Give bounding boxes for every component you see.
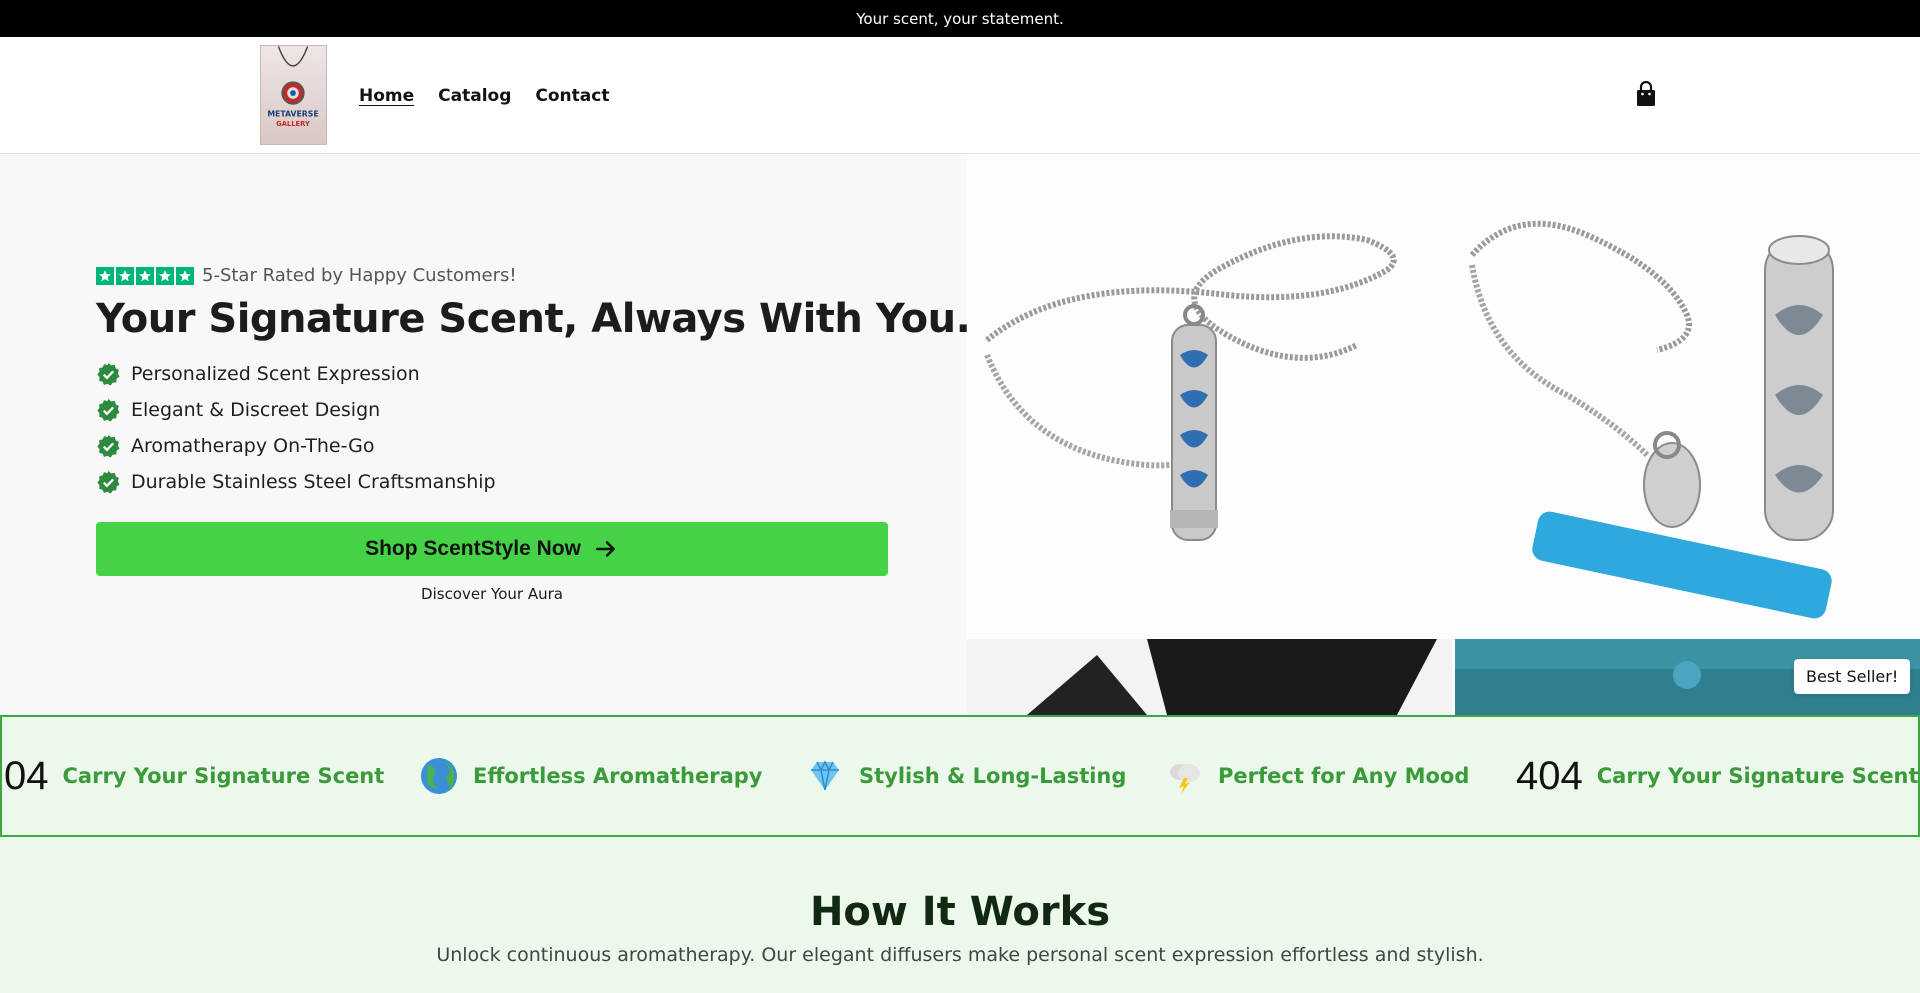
best-seller-badge: Best Seller! [1794, 659, 1911, 694]
hero-image-collage [967, 155, 1920, 715]
marquee-item: 404 Carry Your Signature Scent [1516, 717, 1919, 835]
main-nav: Home Catalog Contact [359, 37, 609, 154]
cta-subtext: Discover Your Aura [421, 585, 563, 603]
feature-text: Personalized Scent Expression [131, 363, 420, 385]
marquee-text: Effortless Aromatherapy [473, 764, 763, 788]
marquee-item: Perfect for Any Mood [1164, 717, 1469, 835]
store-logo[interactable]: METAVERSE GALLERY [260, 45, 327, 145]
storm-cloud-icon [1170, 764, 1200, 794]
hero-title: Your Signature Scent, Always With You. ▯ [96, 296, 1006, 342]
verified-check-icon [97, 398, 120, 421]
shopping-bag-icon[interactable] [1634, 81, 1658, 109]
feature-text: Aromatherapy On-The-Go [131, 435, 375, 457]
verified-check-icon [97, 470, 120, 493]
star-icon [156, 266, 174, 285]
svg-text:GALLERY: GALLERY [276, 120, 310, 128]
feature-list: Personalized Scent Expression Elegant & … [96, 362, 496, 494]
rating-row: 5-Star Rated by Happy Customers! [96, 265, 517, 286]
nav-home[interactable]: Home [359, 86, 414, 106]
arrow-right-icon [595, 541, 615, 557]
logo-image: METAVERSE GALLERY [267, 46, 319, 128]
star-icon [136, 266, 154, 285]
feature-item: Durable Stainless Steel Craftsmanship [96, 470, 496, 494]
marquee-text: Perfect for Any Mood [1218, 764, 1470, 788]
star-icon [96, 266, 114, 285]
marquee-number: 404 [1516, 753, 1583, 798]
site-header: METAVERSE GALLERY Home Catalog Contact [0, 37, 1920, 154]
how-it-works-section: How It Works Unlock continuous aromather… [0, 837, 1920, 993]
product-image [967, 155, 1920, 715]
shop-now-label: Shop ScentStyle Now [365, 537, 581, 560]
marquee-item: Effortless Aromatherapy [419, 717, 763, 835]
feature-text: Durable Stainless Steel Craftsmanship [131, 471, 496, 493]
announcement-text: Your scent, your statement. [856, 9, 1064, 28]
shop-now-button[interactable]: Shop ScentStyle Now [96, 522, 888, 576]
verified-check-icon [97, 434, 120, 457]
nav-contact[interactable]: Contact [535, 86, 609, 106]
marquee-item: Stylish & Long-Lasting [805, 717, 1126, 835]
marquee-text: Carry Your Signature Scent [62, 764, 385, 788]
feature-text: Elegant & Discreet Design [131, 399, 381, 421]
marquee-item: 04 Carry Your Signature Scent [4, 717, 384, 835]
star-icon [176, 266, 194, 285]
nav-catalog[interactable]: Catalog [438, 86, 511, 106]
feature-item: Personalized Scent Expression [96, 362, 496, 386]
feature-item: Aromatherapy On-The-Go [96, 434, 496, 458]
star-icon [116, 266, 134, 285]
svg-text:METAVERSE: METAVERSE [267, 109, 318, 118]
marquee-number: 04 [4, 753, 49, 798]
verified-check-icon [97, 362, 120, 385]
rating-text: 5-Star Rated by Happy Customers! [202, 265, 517, 286]
globe-icon [421, 758, 457, 794]
star-rating [96, 266, 194, 285]
announcement-bar: Your scent, your statement. [0, 0, 1920, 37]
gem-icon [811, 760, 839, 791]
marquee-text: Carry Your Signature Scent [1596, 764, 1919, 788]
marquee-text: Stylish & Long-Lasting [859, 764, 1127, 788]
benefits-marquee: 04 Carry Your Signature Scent Effortless… [0, 715, 1920, 837]
feature-item: Elegant & Discreet Design [96, 398, 496, 422]
how-it-works-title: How It Works [809, 889, 1111, 935]
how-it-works-subtitle: Unlock continuous aromatherapy. Our eleg… [436, 944, 1484, 966]
